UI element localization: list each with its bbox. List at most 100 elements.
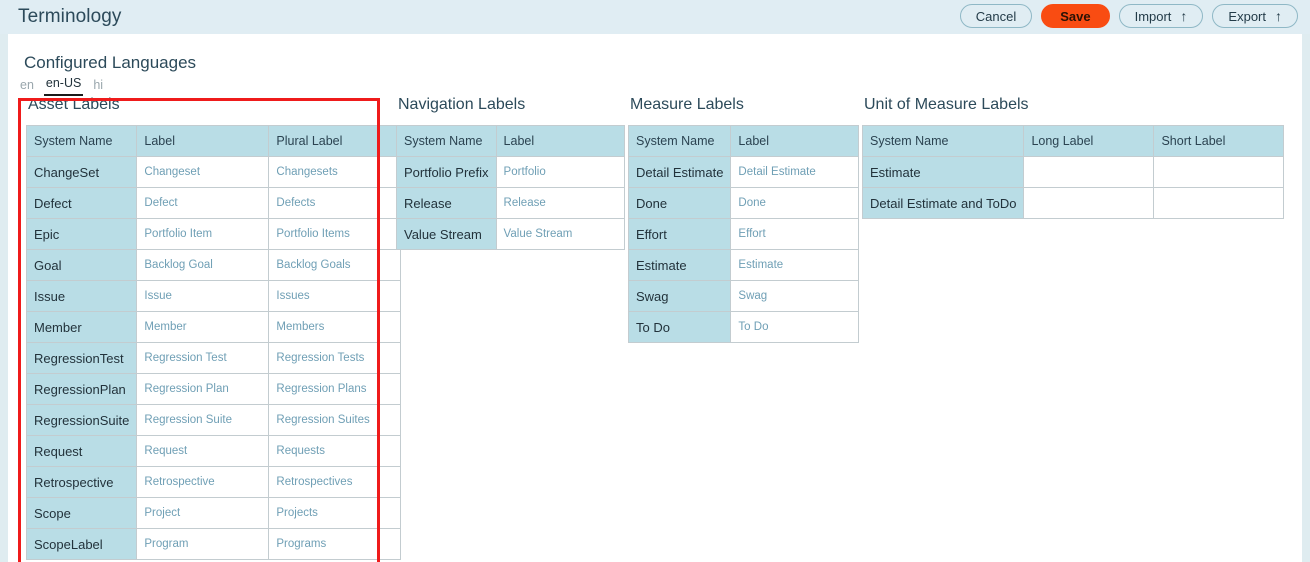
table-row: ScopeLabel Program Programs — [25, 528, 402, 560]
system-name-cell: ChangeSet — [25, 156, 138, 188]
configured-languages-title: Configured Languages — [24, 53, 197, 72]
label-value-cell[interactable]: Regression Test — [136, 342, 270, 374]
label-value-cell[interactable] — [1023, 156, 1155, 188]
label-value-cell[interactable]: Members — [268, 311, 402, 343]
navigation-labels-block: Navigation Labels System Name Label Portfo… — [396, 96, 625, 250]
system-name-cell: Goal — [25, 249, 138, 281]
save-button[interactable]: Save — [1041, 4, 1110, 28]
label-value-cell[interactable]: To Do — [730, 311, 860, 343]
language-tab-list: en en-US hi — [18, 76, 105, 96]
export-button[interactable]: Export ↑ — [1212, 4, 1298, 28]
label-value-cell[interactable]: Portfolio Item — [136, 218, 270, 250]
table-row: Estimate — [861, 156, 1285, 188]
label-value-cell[interactable]: Issues — [268, 280, 402, 312]
import-button[interactable]: Import ↑ — [1118, 4, 1204, 28]
column-header: System Name — [25, 125, 138, 157]
cancel-button[interactable]: Cancel — [959, 4, 1033, 28]
label-value-cell[interactable]: Backlog Goals — [268, 249, 402, 281]
label-value-cell[interactable]: Defect — [136, 187, 270, 219]
label-value-cell[interactable] — [1023, 187, 1155, 219]
label-value-cell[interactable]: Value Stream — [495, 218, 625, 250]
language-tab-en-us[interactable]: en-US — [43, 76, 84, 96]
label-value-cell[interactable]: Programs — [268, 528, 402, 560]
system-name-cell: Release — [396, 187, 497, 219]
language-tab-en[interactable]: en — [18, 78, 36, 96]
label-value-cell[interactable]: Request — [136, 435, 270, 467]
label-value-cell[interactable]: Done — [730, 187, 860, 219]
system-name-cell: RegressionTest — [25, 342, 138, 374]
table-row: Swag Swag — [627, 280, 860, 312]
label-value-cell[interactable]: Changeset — [136, 156, 270, 188]
table-row: RegressionTest Regression Test Regression … — [25, 342, 402, 374]
import-button-label: Import — [1134, 8, 1172, 24]
system-name-cell: Done — [627, 187, 732, 219]
label-value-cell[interactable]: Portfolio — [495, 156, 625, 188]
export-button-label: Export — [1228, 8, 1266, 24]
system-name-cell: Scope — [25, 497, 138, 529]
label-value-cell[interactable]: Defects — [268, 187, 402, 219]
label-value-cell[interactable]: Backlog Goal — [136, 249, 270, 281]
label-value-cell[interactable]: Detail Estimate — [730, 156, 860, 188]
label-value-cell[interactable]: Project — [136, 497, 270, 529]
label-value-cell[interactable]: Regression Suite — [136, 404, 270, 436]
arrow-up-icon: ↑ — [1180, 8, 1188, 24]
table-row: To Do To Do — [627, 311, 860, 343]
column-header: System Name — [861, 125, 1025, 157]
column-header: Plural Label — [268, 125, 402, 157]
column-header: Short Label — [1153, 125, 1285, 157]
measure-labels-block: Measure Labels System Name Label Detail Es… — [627, 96, 860, 343]
system-name-cell: Detail Estimate and ToDo — [861, 187, 1025, 219]
system-name-cell: Effort — [627, 218, 732, 250]
label-value-cell[interactable]: Swag — [730, 280, 860, 312]
label-value-cell[interactable]: Estimate — [730, 249, 860, 281]
column-header: Label — [136, 125, 270, 157]
table-header-row: System Name Label — [396, 125, 625, 157]
label-value-cell[interactable]: Projects — [268, 497, 402, 529]
table-row: RegressionSuite Regression Suite Regressio… — [25, 404, 402, 436]
system-name-cell: Portfolio Prefix — [396, 156, 497, 188]
save-button-label: Save — [1060, 8, 1091, 24]
table-row: Member Member Members — [25, 311, 402, 343]
table-header-row: System Name Label Plural Label — [25, 125, 402, 157]
system-name-cell: ScopeLabel — [25, 528, 138, 560]
measure-labels-title: Measure Labels — [630, 96, 744, 113]
table-header-row: System Name Long Label Short Label — [861, 125, 1285, 157]
system-name-cell: Epic — [25, 218, 138, 250]
label-value-cell[interactable]: Changesets — [268, 156, 402, 188]
label-value-cell[interactable]: Requests — [268, 435, 402, 467]
label-value-cell[interactable]: Portfolio Items — [268, 218, 402, 250]
table-row: Defect Defect Defects — [25, 187, 402, 219]
column-header: System Name — [627, 125, 732, 157]
cancel-button-label: Cancel — [975, 8, 1017, 24]
system-name-cell: To Do — [627, 311, 732, 343]
system-name-cell: Detail Estimate — [627, 156, 732, 188]
system-name-cell: Request — [25, 435, 138, 467]
table-row: Done Done — [627, 187, 860, 219]
label-value-cell[interactable]: Member — [136, 311, 270, 343]
language-tab-hi[interactable]: hi — [91, 78, 105, 96]
asset-labels-block: Asset Labels System Name Label Plural Labe… — [25, 96, 402, 560]
label-value-cell[interactable]: Regression Plan — [136, 373, 270, 405]
system-name-cell: Swag — [627, 280, 732, 312]
label-value-cell[interactable]: Regression Tests — [268, 342, 402, 374]
page-title: Terminology — [18, 6, 122, 27]
system-name-cell: RegressionSuite — [25, 404, 138, 436]
label-value-cell[interactable]: Regression Suites — [268, 404, 402, 436]
system-name-cell: Member — [25, 311, 138, 343]
label-value-cell[interactable]: Retrospective — [136, 466, 270, 498]
label-value-cell[interactable]: Retrospectives — [268, 466, 402, 498]
asset-labels-title: Asset Labels — [28, 96, 120, 113]
system-name-cell: Estimate — [861, 156, 1025, 188]
label-value-cell[interactable]: Issue — [136, 280, 270, 312]
content-card: Configured Languages en en-US hi Asset Lab… — [8, 34, 1302, 562]
label-value-cell[interactable] — [1153, 156, 1285, 188]
label-value-cell[interactable]: Release — [495, 187, 625, 219]
table-row: Portfolio Prefix Portfolio — [396, 156, 625, 188]
label-value-cell[interactable] — [1153, 187, 1285, 219]
label-value-cell[interactable]: Regression Plans — [268, 373, 402, 405]
table-row: Estimate Estimate — [627, 249, 860, 281]
table-header-row: System Name Label — [627, 125, 860, 157]
label-value-cell[interactable]: Effort — [730, 218, 860, 250]
label-value-cell[interactable]: Program — [136, 528, 270, 560]
navigation-labels-table: System Name Label Portfolio Prefix Portfoli… — [396, 125, 625, 250]
